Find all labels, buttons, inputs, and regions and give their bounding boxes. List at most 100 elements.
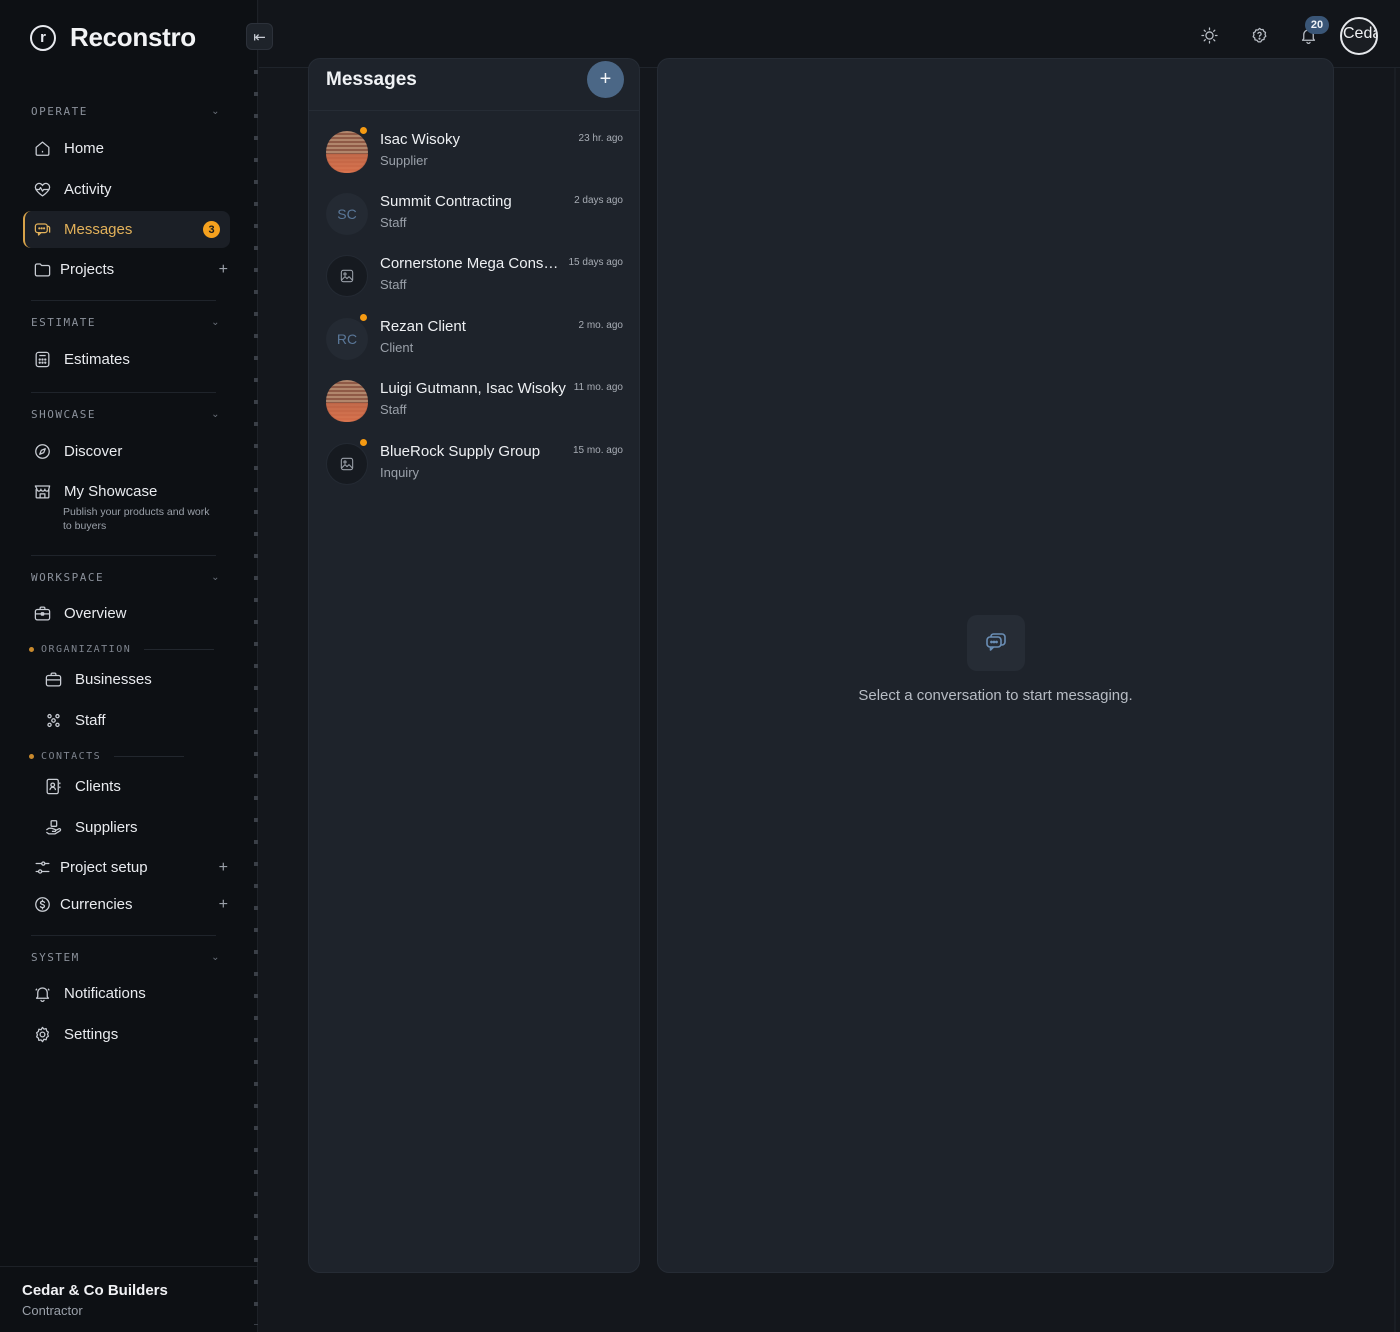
conversation-time: 2 days ago bbox=[574, 195, 623, 206]
conversation-role: Staff bbox=[380, 215, 407, 230]
organization-role: Contractor bbox=[22, 1303, 83, 1318]
image-placeholder-icon bbox=[340, 269, 354, 283]
conversation-name: Luigi Gutmann, Isac Wisoky bbox=[380, 380, 566, 397]
sidebar-item-label: Businesses bbox=[75, 671, 152, 688]
sidebar-item-label: Currencies bbox=[60, 896, 133, 913]
folder-icon bbox=[32, 260, 52, 280]
new-conversation-button[interactable]: + bbox=[587, 61, 624, 98]
conversation-time: 11 mo. ago bbox=[573, 382, 623, 393]
briefcase-icon bbox=[43, 670, 63, 690]
section-operate[interactable]: OPERATE ⌄ bbox=[31, 105, 221, 118]
team-icon bbox=[43, 711, 63, 731]
online-status-dot bbox=[359, 313, 368, 322]
contact-avatar bbox=[326, 131, 368, 173]
group-contacts: CONTACTS bbox=[29, 751, 185, 762]
sidebar-item-home[interactable]: Home bbox=[23, 130, 230, 167]
sliders-icon bbox=[32, 858, 52, 878]
add-project-setup-icon[interactable]: + bbox=[219, 859, 228, 877]
conversation-item[interactable]: Luigi Gutmann, Isac Wisoky Staff 11 mo. … bbox=[309, 374, 639, 434]
contact-avatar bbox=[326, 255, 368, 297]
group-line bbox=[114, 756, 185, 757]
dollar-coin-icon bbox=[32, 895, 52, 915]
sidebar-resize-rail[interactable] bbox=[254, 70, 258, 1325]
sidebar-item-label: Projects bbox=[60, 261, 115, 278]
sidebar-item-label: Suppliers bbox=[75, 819, 138, 836]
sun-icon bbox=[1200, 26, 1218, 44]
sidebar-item-description: Publish your products and work to buyers bbox=[63, 506, 210, 532]
sidebar-item-currencies[interactable]: Currencies + bbox=[23, 886, 230, 923]
contact-card-icon bbox=[43, 777, 63, 797]
conversation-role: Staff bbox=[380, 402, 407, 417]
conversation-name: Rezan Client bbox=[380, 318, 466, 335]
gear-icon bbox=[32, 1025, 52, 1045]
conversation-item[interactable]: Isac Wisoky Supplier 23 hr. ago bbox=[309, 125, 639, 185]
section-showcase[interactable]: SHOWCASE ⌄ bbox=[31, 408, 221, 421]
sidebar-item-staff[interactable]: Staff bbox=[34, 702, 230, 739]
group-organization-label: ORGANIZATION bbox=[41, 644, 132, 655]
collapse-icon: ⇤ bbox=[253, 28, 266, 46]
conversation-name: BlueRock Supply Group bbox=[380, 443, 541, 460]
chevron-down-icon: ⌄ bbox=[211, 952, 221, 963]
empty-state-message: Select a conversation to start messaging… bbox=[858, 687, 1133, 704]
sidebar-item-activity[interactable]: Activity bbox=[23, 171, 230, 208]
sidebar-item-label: Overview bbox=[64, 605, 127, 622]
notification-count-badge: 20 bbox=[1305, 16, 1329, 34]
user-avatar[interactable]: Ceda bbox=[1340, 17, 1378, 55]
sidebar-item-messages[interactable]: Messages 3 bbox=[23, 211, 230, 248]
conversation-item[interactable]: SC Summit Contracting Staff 2 days ago bbox=[309, 187, 639, 247]
page-scrollbar[interactable] bbox=[1394, 68, 1396, 1332]
sidebar-item-label: My Showcase bbox=[64, 483, 158, 500]
conversation-list-panel: Messages + Isac Wisoky Supplier 23 hr. a… bbox=[308, 58, 640, 1273]
divider bbox=[31, 392, 216, 393]
conversation-time: 15 days ago bbox=[568, 257, 624, 268]
divider bbox=[31, 935, 216, 936]
conversation-item[interactable]: RC Rezan Client Client 2 mo. ago bbox=[309, 312, 639, 372]
page-title: Messages bbox=[326, 69, 417, 90]
add-project-icon[interactable]: + bbox=[219, 261, 228, 279]
compass-icon bbox=[32, 442, 52, 462]
sidebar-item-projects[interactable]: Projects + bbox=[23, 251, 230, 288]
section-operate-label: OPERATE bbox=[31, 105, 88, 118]
chevron-down-icon: ⌄ bbox=[211, 106, 221, 117]
organization-switcher[interactable]: Cedar & Co Builders Contractor bbox=[0, 1266, 258, 1332]
collapse-sidebar-button[interactable]: ⇤ bbox=[246, 23, 273, 50]
sidebar-item-notifications[interactable]: Notifications bbox=[23, 975, 230, 1012]
sidebar-item-businesses[interactable]: Businesses bbox=[34, 661, 230, 698]
add-currency-icon[interactable]: + bbox=[219, 896, 228, 914]
sidebar-item-estimates[interactable]: Estimates bbox=[23, 341, 230, 378]
group-line bbox=[144, 649, 215, 650]
conversation-time: 2 mo. ago bbox=[578, 320, 623, 331]
conversation-role: Supplier bbox=[380, 153, 428, 168]
conversation-role: Inquiry bbox=[380, 465, 420, 480]
sidebar-item-project-setup[interactable]: Project setup + bbox=[23, 849, 230, 886]
section-estimate[interactable]: ESTIMATE ⌄ bbox=[31, 316, 221, 329]
conversation-time: 15 mo. ago bbox=[572, 445, 623, 456]
organization-name: Cedar & Co Builders bbox=[22, 1282, 168, 1299]
sidebar-item-label: Staff bbox=[75, 712, 106, 729]
section-system[interactable]: SYSTEM ⌄ bbox=[31, 951, 221, 964]
conversation-item[interactable]: BlueRock Supply Group Inquiry 15 mo. ago bbox=[309, 437, 639, 497]
conversation-item[interactable]: Cornerstone Mega Construction Staff 15 d… bbox=[309, 249, 639, 309]
chevron-down-icon: ⌄ bbox=[211, 409, 221, 420]
group-organization: ORGANIZATION bbox=[29, 644, 215, 655]
section-estimate-label: ESTIMATE bbox=[31, 316, 96, 329]
online-status-dot bbox=[359, 126, 368, 135]
sidebar-item-settings[interactable]: Settings bbox=[23, 1016, 230, 1053]
conversation-name: Isac Wisoky bbox=[380, 131, 461, 148]
sidebar-item-suppliers[interactable]: Suppliers bbox=[34, 809, 230, 846]
sidebar-item-clients[interactable]: Clients bbox=[34, 768, 230, 805]
calculator-icon bbox=[32, 350, 52, 370]
section-workspace[interactable]: WORKSPACE ⌄ bbox=[31, 571, 221, 584]
sidebar: r Reconstro OPERATE ⌄ Home Activity Mess… bbox=[0, 0, 258, 1332]
theme-toggle-button[interactable] bbox=[1198, 24, 1220, 46]
conversation-name: Cornerstone Mega Construction bbox=[380, 255, 562, 272]
sidebar-item-label: Activity bbox=[64, 181, 112, 198]
storefront-icon bbox=[32, 482, 52, 502]
sidebar-item-overview[interactable]: Overview bbox=[23, 595, 230, 632]
hand-package-icon bbox=[43, 818, 63, 838]
sidebar-item-label: Messages bbox=[64, 221, 133, 238]
sidebar-item-discover[interactable]: Discover bbox=[23, 433, 230, 470]
help-button[interactable] bbox=[1248, 24, 1270, 46]
chevron-down-icon: ⌄ bbox=[211, 572, 221, 583]
brand[interactable]: r Reconstro bbox=[30, 22, 196, 53]
